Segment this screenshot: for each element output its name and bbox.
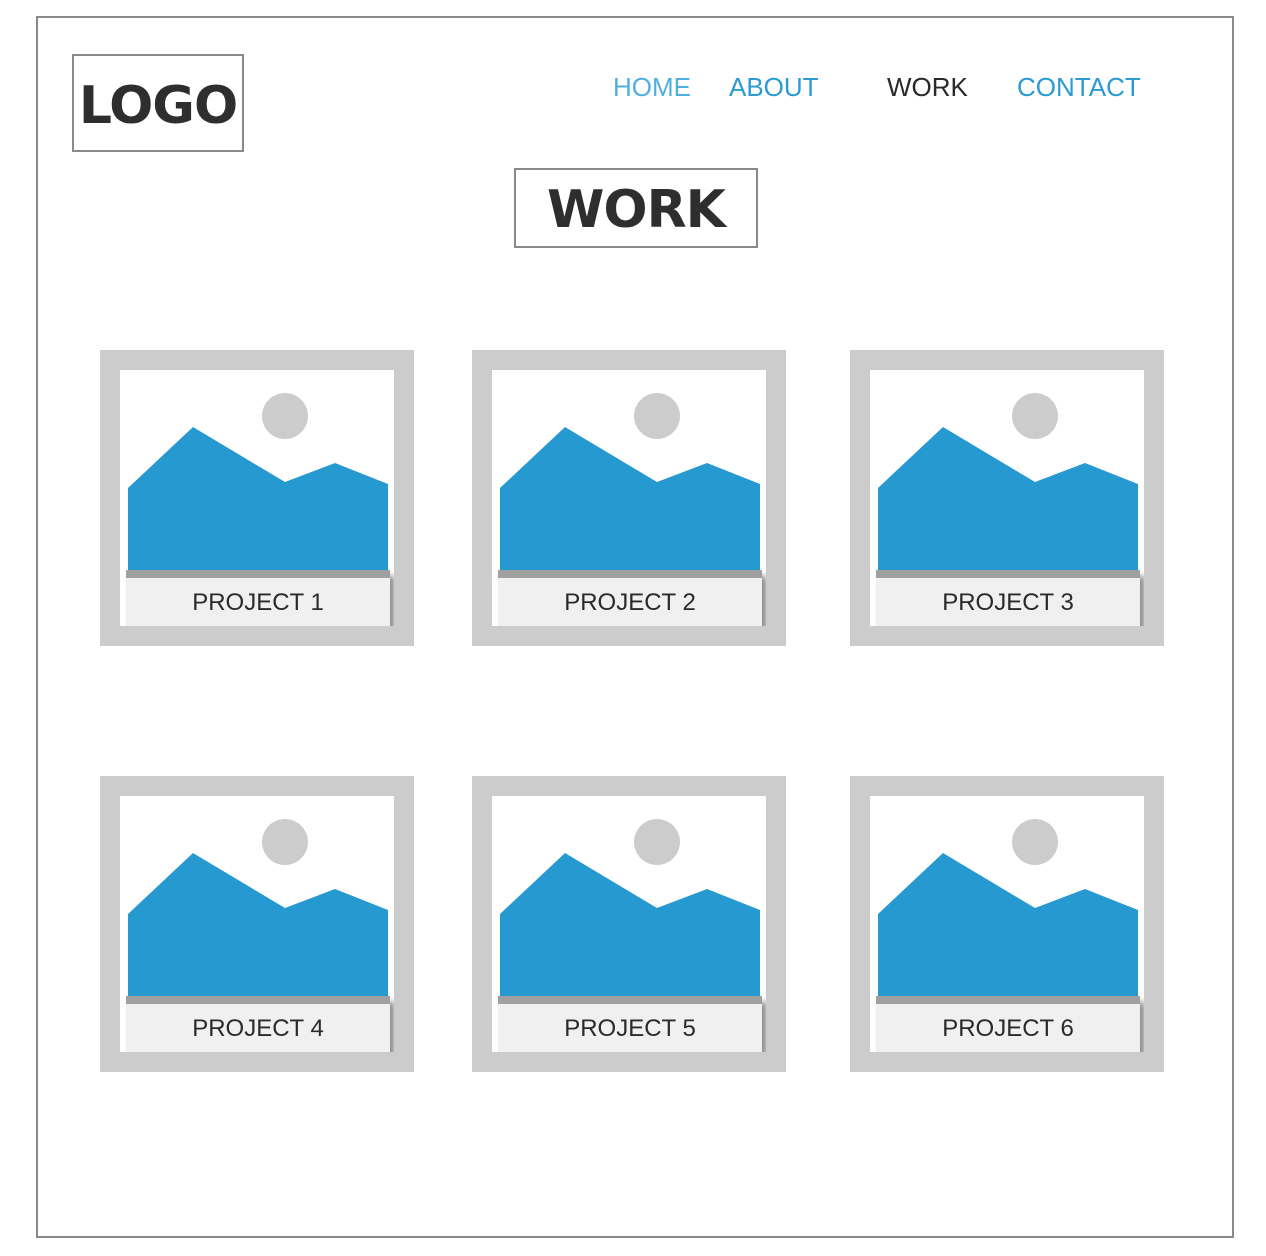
project-thumbnail: PROJECT 1 — [120, 370, 394, 626]
nav-about-link[interactable]: ABOUT — [729, 70, 819, 104]
project-label: PROJECT 5 — [498, 996, 762, 1052]
project-thumbnail: PROJECT 3 — [870, 370, 1144, 626]
project-card-1[interactable]: PROJECT 1 — [100, 350, 414, 646]
project-label: PROJECT 1 — [126, 570, 390, 626]
project-label: PROJECT 3 — [876, 570, 1140, 626]
project-label: PROJECT 6 — [876, 996, 1140, 1052]
project-thumbnail: PROJECT 6 — [870, 796, 1144, 1052]
nav-work-link[interactable]: WORK — [887, 70, 968, 104]
project-label: PROJECT 2 — [498, 570, 762, 626]
logo[interactable]: LOGO — [72, 54, 244, 152]
project-thumbnail: PROJECT 2 — [492, 370, 766, 626]
project-card-6[interactable]: PROJECT 6 — [850, 776, 1164, 1072]
project-card-2[interactable]: PROJECT 2 — [472, 350, 786, 646]
project-thumbnail: PROJECT 4 — [120, 796, 394, 1052]
project-thumbnail: PROJECT 5 — [492, 796, 766, 1052]
nav-home-link[interactable]: HOME — [613, 70, 691, 104]
project-card-5[interactable]: PROJECT 5 — [472, 776, 786, 1072]
page-title: WORK — [514, 168, 758, 248]
project-card-3[interactable]: PROJECT 3 — [850, 350, 1164, 646]
project-card-4[interactable]: PROJECT 4 — [100, 776, 414, 1072]
project-label: PROJECT 4 — [126, 996, 390, 1052]
nav-contact-link[interactable]: CONTACT — [1017, 70, 1141, 104]
